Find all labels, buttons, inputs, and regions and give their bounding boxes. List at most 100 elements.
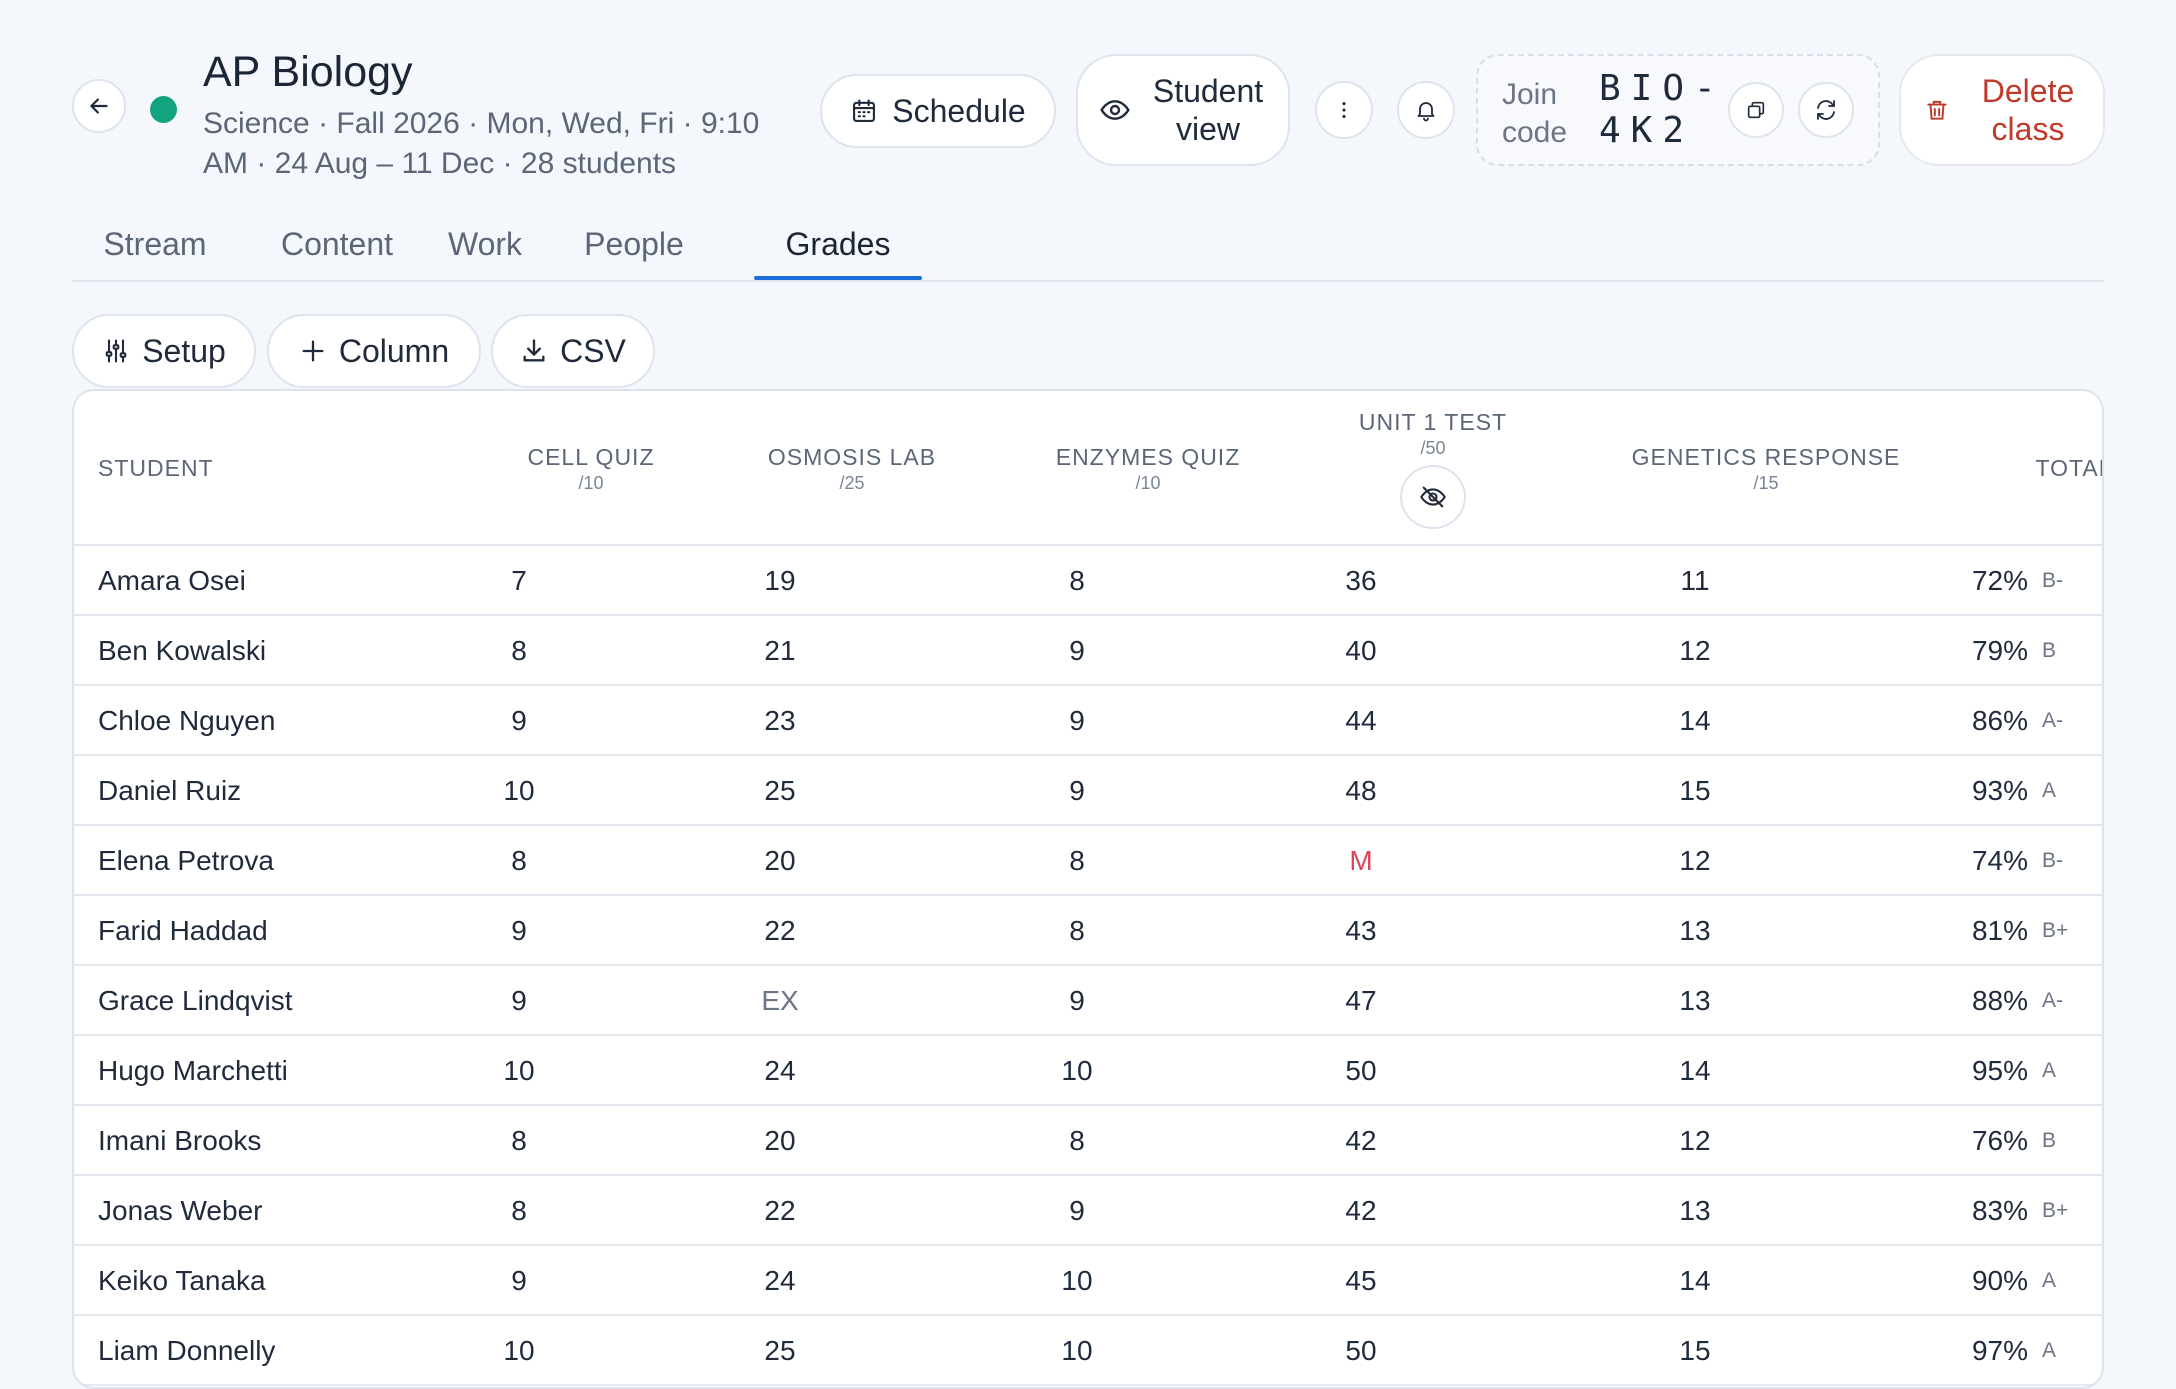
student-name[interactable]: Keiko Tanaka — [98, 1246, 458, 1316]
table-row[interactable]: Imani Brooks 8 20 8 42 12 76% B — [74, 1106, 2102, 1176]
grade-cell[interactable]: 9 — [1007, 966, 1147, 1036]
grade-cell[interactable]: 36 — [1291, 546, 1431, 616]
grade-cell[interactable]: 25 — [710, 756, 850, 826]
table-row[interactable]: Chloe Nguyen 9 23 9 44 14 86% A- — [74, 686, 2102, 756]
table-row[interactable]: Jonas Weber 8 22 9 42 13 83% B+ — [74, 1176, 2102, 1246]
table-row[interactable]: Hugo Marchetti 10 24 10 50 14 95% A — [74, 1036, 2102, 1106]
student-name[interactable]: Hugo Marchetti — [98, 1036, 458, 1106]
notifications-button[interactable] — [1397, 81, 1455, 139]
student-name[interactable]: Liam Donnelly — [98, 1316, 458, 1386]
student-name[interactable]: Grace Lindqvist — [98, 966, 458, 1036]
setup-button[interactable]: Setup — [72, 314, 256, 388]
grade-cell[interactable]: 20 — [710, 1106, 850, 1176]
grade-cell[interactable]: 25 — [710, 1316, 850, 1386]
grade-cell[interactable]: 42 — [1291, 1106, 1431, 1176]
student-name[interactable]: Amara Osei — [98, 546, 458, 616]
grade-cell[interactable]: 45 — [1291, 1246, 1431, 1316]
grade-cell[interactable]: 14 — [1625, 1246, 1765, 1316]
table-row[interactable]: Daniel Ruiz 10 25 9 48 15 93% A — [74, 756, 2102, 826]
grade-cell[interactable]: M — [1291, 826, 1431, 896]
grade-cell[interactable]: 9 — [449, 1246, 589, 1316]
grade-cell[interactable]: 8 — [449, 826, 589, 896]
tab-stream[interactable]: Stream — [72, 208, 238, 280]
grade-cell[interactable]: 10 — [449, 1036, 589, 1106]
grade-cell[interactable]: 10 — [449, 756, 589, 826]
grade-cell[interactable]: 9 — [1007, 756, 1147, 826]
grade-cell[interactable]: 12 — [1625, 1106, 1765, 1176]
reset-join-code-button[interactable] — [1798, 82, 1854, 138]
grade-cell[interactable]: 8 — [449, 1176, 589, 1246]
grade-cell[interactable]: 14 — [1625, 1036, 1765, 1106]
grade-cell[interactable]: 10 — [1007, 1246, 1147, 1316]
tab-people[interactable]: People — [566, 208, 702, 280]
student-name[interactable]: Chloe Nguyen — [98, 686, 458, 756]
grade-cell[interactable]: 9 — [1007, 1176, 1147, 1246]
grade-cell[interactable]: 10 — [1007, 1316, 1147, 1386]
tab-content[interactable]: Content — [264, 208, 410, 280]
grade-cell[interactable]: 50 — [1291, 1036, 1431, 1106]
grade-cell[interactable]: 8 — [1007, 896, 1147, 966]
grade-cell[interactable]: EX — [710, 966, 850, 1036]
grade-cell[interactable]: 19 — [710, 546, 850, 616]
grade-cell[interactable]: 20 — [710, 826, 850, 896]
toggle-visibility-button[interactable] — [1400, 464, 1466, 529]
tab-work[interactable]: Work — [432, 208, 538, 280]
grade-cell[interactable]: 24 — [710, 1246, 850, 1316]
student-name[interactable]: Daniel Ruiz — [98, 756, 458, 826]
grade-cell[interactable]: 10 — [1007, 1036, 1147, 1106]
delete-class-button[interactable]: Delete class — [1899, 54, 2105, 166]
grade-cell[interactable]: 42 — [1291, 1176, 1431, 1246]
student-name[interactable]: Jonas Weber — [98, 1176, 458, 1246]
table-row[interactable]: Keiko Tanaka 9 24 10 45 14 90% A — [74, 1246, 2102, 1316]
grade-cell[interactable]: 9 — [449, 896, 589, 966]
grade-cell[interactable]: 47 — [1291, 966, 1431, 1036]
grade-cell[interactable]: 8 — [449, 1106, 589, 1176]
assignment-header-unit-1-test[interactable]: Unit 1 Test /50 — [1283, 391, 1583, 546]
grade-cell[interactable]: 9 — [449, 686, 589, 756]
student-name[interactable]: Imani Brooks — [98, 1106, 458, 1176]
grade-cell[interactable]: 22 — [710, 1176, 850, 1246]
grade-cell[interactable]: 13 — [1625, 896, 1765, 966]
grade-cell[interactable]: 15 — [1625, 756, 1765, 826]
assignment-header-osmosis-lab[interactable]: Osmosis Lab /25 — [702, 391, 1002, 546]
student-name[interactable]: Elena Petrova — [98, 826, 458, 896]
assignment-header-cell-quiz[interactable]: Cell Quiz /10 — [445, 391, 737, 546]
grade-cell[interactable]: 23 — [710, 686, 850, 756]
student-name[interactable]: Ben Kowalski — [98, 616, 458, 686]
grade-cell[interactable]: 14 — [1625, 686, 1765, 756]
grade-cell[interactable]: 12 — [1625, 616, 1765, 686]
export-csv-button[interactable]: CSV — [491, 314, 655, 388]
table-row[interactable]: Amara Osei 7 19 8 36 11 72% B- — [74, 546, 2102, 616]
grade-cell[interactable]: 22 — [710, 896, 850, 966]
grade-cell[interactable]: 13 — [1625, 966, 1765, 1036]
assignment-header-enzymes-quiz[interactable]: Enzymes Quiz /10 — [1002, 391, 1294, 546]
grade-cell[interactable]: 15 — [1625, 1316, 1765, 1386]
add-column-button[interactable]: Column — [267, 314, 481, 388]
schedule-button[interactable]: Schedule — [820, 74, 1056, 148]
grade-cell[interactable]: 13 — [1625, 1176, 1765, 1246]
grade-cell[interactable]: 8 — [1007, 1106, 1147, 1176]
grade-cell[interactable]: 44 — [1291, 686, 1431, 756]
copy-join-code-button[interactable] — [1728, 82, 1784, 138]
tab-grades[interactable]: Grades — [754, 208, 922, 280]
grade-cell[interactable]: 48 — [1291, 756, 1431, 826]
table-row[interactable]: Elena Petrova 8 20 8 M 12 74% B- — [74, 826, 2102, 896]
grade-cell[interactable]: 24 — [710, 1036, 850, 1106]
grade-cell[interactable]: 40 — [1291, 616, 1431, 686]
grade-cell[interactable]: 9 — [1007, 616, 1147, 686]
grade-cell[interactable]: 43 — [1291, 896, 1431, 966]
table-row[interactable]: Ben Kowalski 8 21 9 40 12 79% B — [74, 616, 2102, 686]
grade-cell[interactable]: 8 — [449, 616, 589, 686]
grade-cell[interactable]: 8 — [1007, 826, 1147, 896]
grade-cell[interactable]: 21 — [710, 616, 850, 686]
grade-cell[interactable]: 8 — [1007, 546, 1147, 616]
grade-cell[interactable]: 10 — [449, 1316, 589, 1386]
table-row[interactable]: Grace Lindqvist 9 EX 9 47 13 88% A- — [74, 966, 2102, 1036]
grade-cell[interactable]: 9 — [449, 966, 589, 1036]
grade-cell[interactable]: 11 — [1625, 546, 1765, 616]
grade-cell[interactable]: 50 — [1291, 1316, 1431, 1386]
more-options-button[interactable] — [1315, 81, 1373, 139]
assignment-header-genetics-response[interactable]: Genetics Response /15 — [1566, 391, 1966, 546]
grade-cell[interactable]: 9 — [1007, 686, 1147, 756]
grade-cell[interactable]: 12 — [1625, 826, 1765, 896]
